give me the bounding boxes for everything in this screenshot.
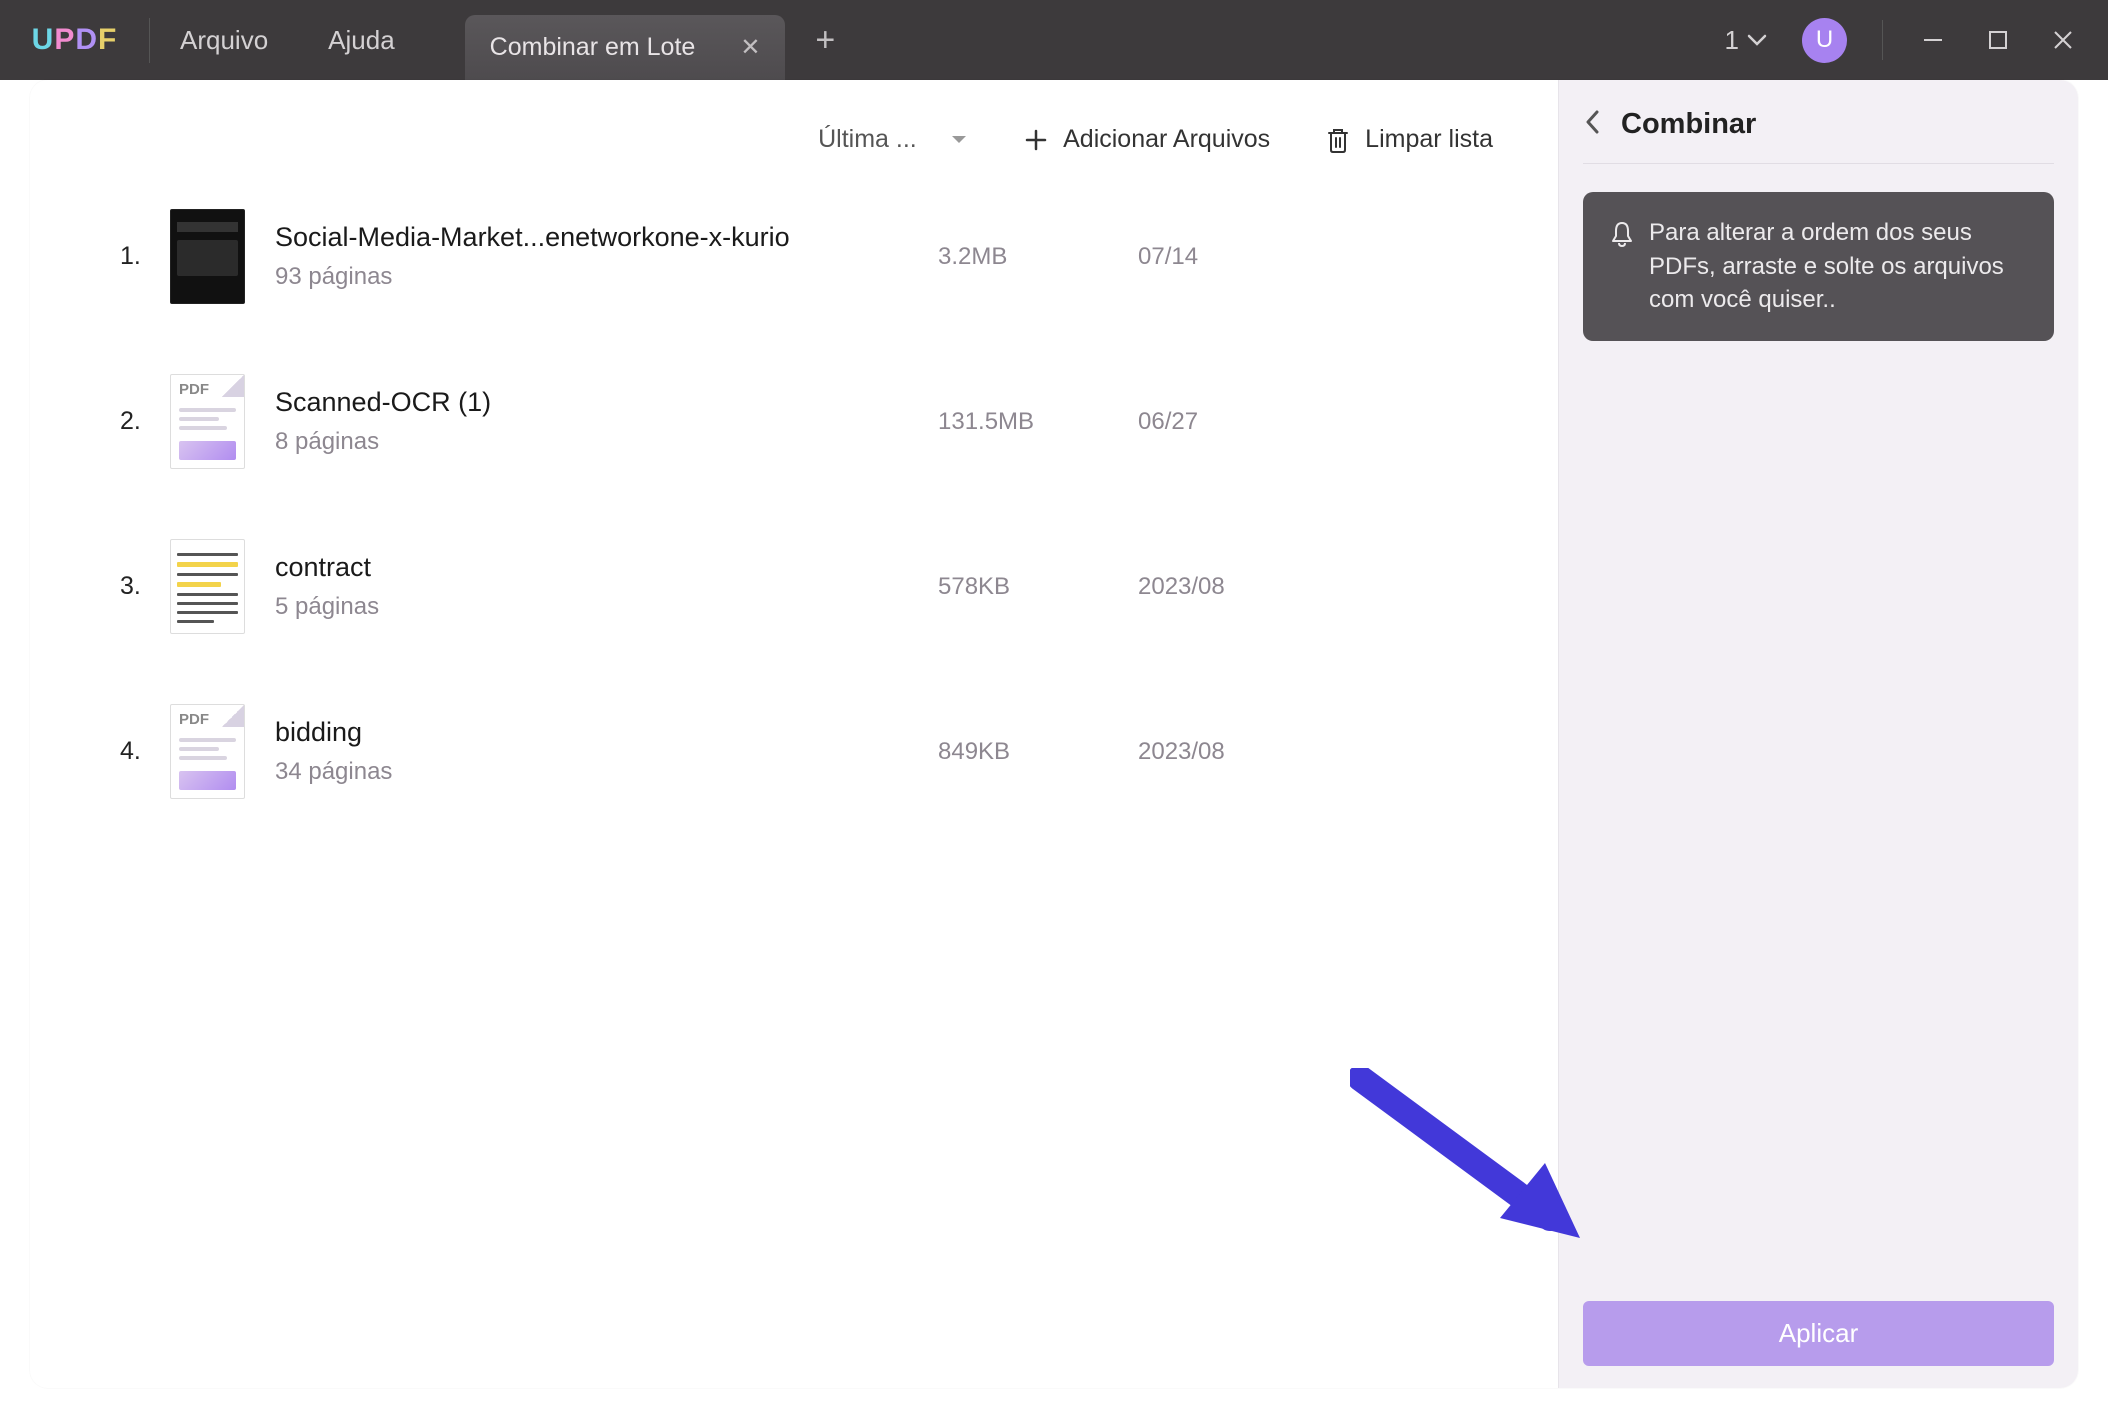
card-toolbar: Última ... Adicionar Arquivos Limpar lis… [90,100,1518,189]
file-meta: Social-Media-Market...enetworkone-x-kuri… [275,222,1508,291]
minimize-button[interactable] [1918,25,1948,55]
window-count-value: 1 [1725,25,1739,56]
app-logo: UPDF [0,18,150,63]
avatar[interactable]: U [1802,18,1847,63]
file-date: 2023/08 [1138,573,1388,601]
file-date: 2023/08 [1138,738,1388,766]
close-icon [2050,27,2076,53]
minimize-icon [1920,27,1946,53]
new-tab-button[interactable]: + [815,21,835,60]
chevron-down-icon [950,133,968,147]
file-date: 07/14 [1138,243,1388,271]
file-list-card: Última ... Adicionar Arquivos Limpar lis… [90,100,1518,1368]
file-name: Social-Media-Market...enetworkone-x-kuri… [275,222,938,253]
titlebar: UPDF Arquivo Ajuda Combinar em Lote ✕ + … [0,0,2108,80]
file-size: 578KB [938,573,1138,601]
maximize-button[interactable] [1983,25,2013,55]
file-thumbnail: PDF [170,704,245,799]
tab-combine-batch[interactable]: Combinar em Lote ✕ [465,15,786,80]
file-meta: bidding 34 páginas 849KB 2023/08 [275,717,1508,786]
sort-label: Última ... [818,125,938,154]
file-list: 1. Social-Media-Market...enetworkone-x-k… [90,189,1518,849]
side-header: Combinar [1583,108,2054,164]
file-pages: 5 páginas [275,593,938,621]
workspace: Última ... Adicionar Arquivos Limpar lis… [30,80,2078,1388]
chevron-down-icon [1747,33,1767,47]
file-name: contract [275,552,938,583]
clear-list-button[interactable]: Limpar lista [1325,125,1493,154]
bell-icon [1609,216,1635,317]
file-meta: Scanned-OCR (1) 8 páginas 131.5MB 06/27 [275,387,1508,456]
separator [1882,20,1883,60]
row-index: 3. [120,572,170,601]
clear-list-label: Limpar lista [1365,125,1493,154]
sort-dropdown[interactable]: Última ... [818,125,968,154]
plus-icon [1023,127,1049,153]
tab-label: Combinar em Lote [490,33,696,62]
side-panel: Combinar Para alterar a ordem dos seus P… [1558,80,2078,1388]
side-title: Combinar [1621,108,1756,141]
titlebar-right: 1 U [1725,18,2108,63]
file-pages: 34 páginas [275,758,938,786]
chevron-left-icon [1583,108,1603,136]
file-date: 06/27 [1138,408,1388,436]
file-pages: 93 páginas [275,263,938,291]
file-thumbnail [170,209,245,304]
list-item[interactable]: 3. contract 5 páginas 578KB 2023/08 [90,519,1518,684]
close-icon[interactable]: ✕ [740,33,760,62]
file-size: 131.5MB [938,408,1138,436]
tip-box: Para alterar a ordem dos seus PDFs, arra… [1583,192,2054,341]
list-item[interactable]: 4. PDF bidding 34 páginas 849KB 2023/0 [90,684,1518,849]
file-thumbnail: PDF [170,374,245,469]
row-index: 2. [120,407,170,436]
close-window-button[interactable] [2048,25,2078,55]
file-pages: 8 páginas [275,428,938,456]
file-meta: contract 5 páginas 578KB 2023/08 [275,552,1508,621]
maximize-icon [1986,28,2010,52]
menu-help[interactable]: Ajuda [298,25,425,56]
file-name: Scanned-OCR (1) [275,387,938,418]
apply-button[interactable]: Aplicar [1583,1301,2054,1366]
add-files-button[interactable]: Adicionar Arquivos [1023,125,1270,154]
file-size: 849KB [938,738,1138,766]
list-item[interactable]: 2. PDF Scanned-OCR (1) 8 páginas 131.5MB [90,354,1518,519]
file-thumbnail [170,539,245,634]
row-index: 1. [120,242,170,271]
back-button[interactable] [1583,108,1603,141]
tip-text: Para alterar a ordem dos seus PDFs, arra… [1649,216,2028,317]
add-files-label: Adicionar Arquivos [1063,125,1270,154]
row-index: 4. [120,737,170,766]
trash-icon [1325,126,1351,154]
apply-label: Aplicar [1779,1318,1858,1349]
main-panel: Última ... Adicionar Arquivos Limpar lis… [30,80,1558,1388]
list-item[interactable]: 1. Social-Media-Market...enetworkone-x-k… [90,189,1518,354]
window-count-dropdown[interactable]: 1 [1725,25,1767,56]
file-name: bidding [275,717,938,748]
file-size: 3.2MB [938,243,1138,271]
menu-file[interactable]: Arquivo [150,25,298,56]
